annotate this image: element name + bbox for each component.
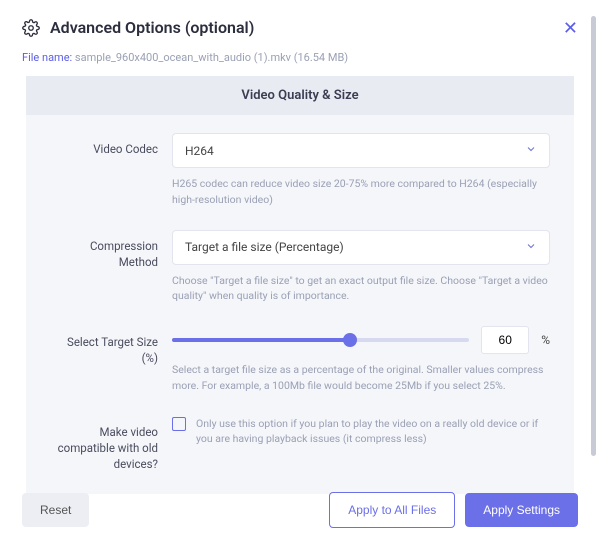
compression-content: Target a file size (Percentage) Choose "… [172,230,550,305]
compression-hint: Choose "Target a file size" to get an ex… [172,273,550,305]
compat-label: Make video compatible with old devices? [50,416,158,472]
modal-header: Advanced Options (optional) [22,18,578,37]
close-button[interactable]: ✕ [563,18,578,39]
chevron-down-icon [525,240,537,255]
file-name-value: sample_960x400_ocean_with_audio (1).mkv … [75,51,348,64]
target-slider[interactable] [172,338,469,342]
compression-select[interactable]: Target a file size (Percentage) [172,230,550,265]
reset-button[interactable]: Reset [22,493,89,527]
quality-panel: Video Quality & Size Video Codec H264 H2… [26,76,574,494]
target-slider-row: % [172,326,550,354]
advanced-options-modal: Advanced Options (optional) ✕ File name:… [0,0,600,542]
file-name-label: File name: [22,51,75,64]
target-content: % Select a target file size as a percent… [172,326,550,394]
panel-body: Video Codec H264 H265 codec can reduce v… [26,115,574,494]
compression-value: Target a file size (Percentage) [185,240,344,254]
file-name-line: File name: sample_960x400_ocean_with_aud… [22,51,578,64]
compat-row: Make video compatible with old devices? … [50,416,550,472]
modal-title: Advanced Options (optional) [50,18,254,37]
chevron-down-icon [525,143,537,158]
compression-row: Compression Method Target a file size (P… [50,230,550,305]
target-hint: Select a target file size as a percentag… [172,362,550,394]
codec-content: H264 H265 codec can reduce video size 20… [172,133,550,208]
apply-all-button[interactable]: Apply to All Files [329,492,455,528]
scrollbar[interactable] [591,16,596,456]
modal-footer: Reset Apply to All Files Apply Settings [22,492,578,528]
compat-checkbox-row: Only use this option if you plan to play… [172,416,550,448]
codec-row: Video Codec H264 H265 codec can reduce v… [50,133,550,208]
compat-content: Only use this option if you plan to play… [172,416,550,472]
gear-icon [22,19,40,37]
codec-select[interactable]: H264 [172,133,550,168]
slider-thumb[interactable] [343,333,357,347]
codec-hint: H265 codec can reduce video size 20-75% … [172,176,550,208]
codec-label: Video Codec [50,133,158,208]
compat-hint: Only use this option if you plan to play… [196,416,550,448]
target-percentage-input[interactable] [481,326,529,354]
codec-value: H264 [185,144,214,158]
apply-settings-button[interactable]: Apply Settings [465,493,578,527]
target-row: Select Target Size (%) % Select a target… [50,326,550,394]
compression-label: Compression Method [50,230,158,305]
panel-title: Video Quality & Size [26,76,574,115]
target-label: Select Target Size (%) [50,326,158,394]
compat-checkbox[interactable] [172,417,186,431]
percent-symbol: % [541,333,550,347]
